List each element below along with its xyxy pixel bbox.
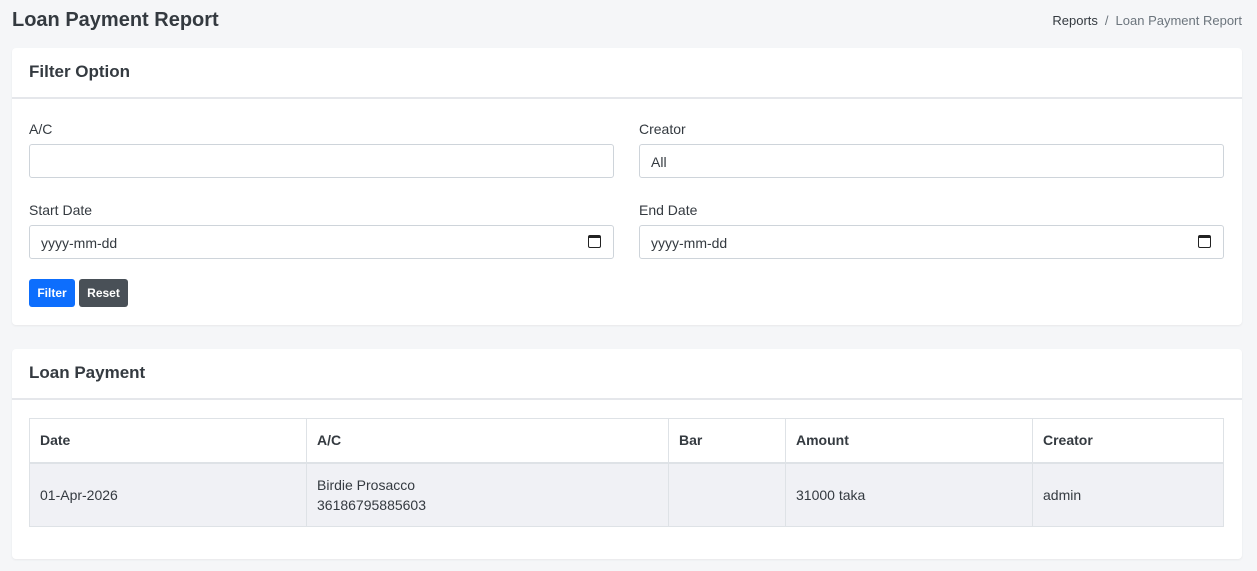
end-date-label: End Date [639,202,698,218]
calendar-icon[interactable] [588,235,601,248]
cell-date: 01-Apr-2026 [29,462,307,527]
end-date-placeholder: yyyy-mm-dd [651,235,728,251]
cell-ac-number: 36186795885603 [317,496,427,513]
calendar-icon[interactable] [1198,235,1211,248]
breadcrumb: Reports / Loan Payment Report [1052,13,1242,28]
end-date-input[interactable]: yyyy-mm-dd [639,225,1224,259]
breadcrumb-reports-link[interactable]: Reports [1052,13,1098,28]
table-row: 01-Apr-2026 Birdie Prosacco 361867958856… [29,462,1224,527]
reset-button[interactable]: Reset [79,279,128,307]
start-date-label: Start Date [29,202,93,218]
loan-payment-title: Loan Payment [12,349,1242,400]
breadcrumb-separator: / [1104,13,1109,28]
filter-button[interactable]: Filter [29,279,75,307]
page-title: Loan Payment Report [12,9,219,31]
cell-ac: Birdie Prosacco 36186795885603 [306,462,669,527]
cell-ac-name: Birdie Prosacco [317,476,416,493]
creator-label: Creator [639,121,686,137]
column-header-creator: Creator [1032,418,1224,464]
column-header-bar: Bar [668,418,786,464]
column-header-date: Date [29,418,307,464]
cell-amount: 31000 taka [785,462,1033,527]
filter-card-title: Filter Option [12,48,1242,99]
creator-select[interactable]: All [639,144,1224,178]
ac-input[interactable] [29,144,614,178]
start-date-placeholder: yyyy-mm-dd [41,235,118,251]
table-header-row: Date A/C Bar Amount Creator [29,418,1224,464]
cell-bar [668,462,786,527]
ac-label: A/C [29,121,53,137]
loan-payment-table: Date A/C Bar Amount Creator 01-Apr-2026 … [29,418,1224,527]
column-header-amount: Amount [785,418,1033,464]
column-header-ac: A/C [306,418,669,464]
filter-card: Filter Option A/C Creator All Start Date… [12,48,1242,325]
creator-select-value: All [651,154,667,170]
loan-payment-card: Loan Payment Date A/C Bar Amount Creator… [12,349,1242,559]
cell-creator: admin [1032,462,1224,527]
breadcrumb-current: Loan Payment Report [1115,13,1242,28]
start-date-input[interactable]: yyyy-mm-dd [29,225,614,259]
